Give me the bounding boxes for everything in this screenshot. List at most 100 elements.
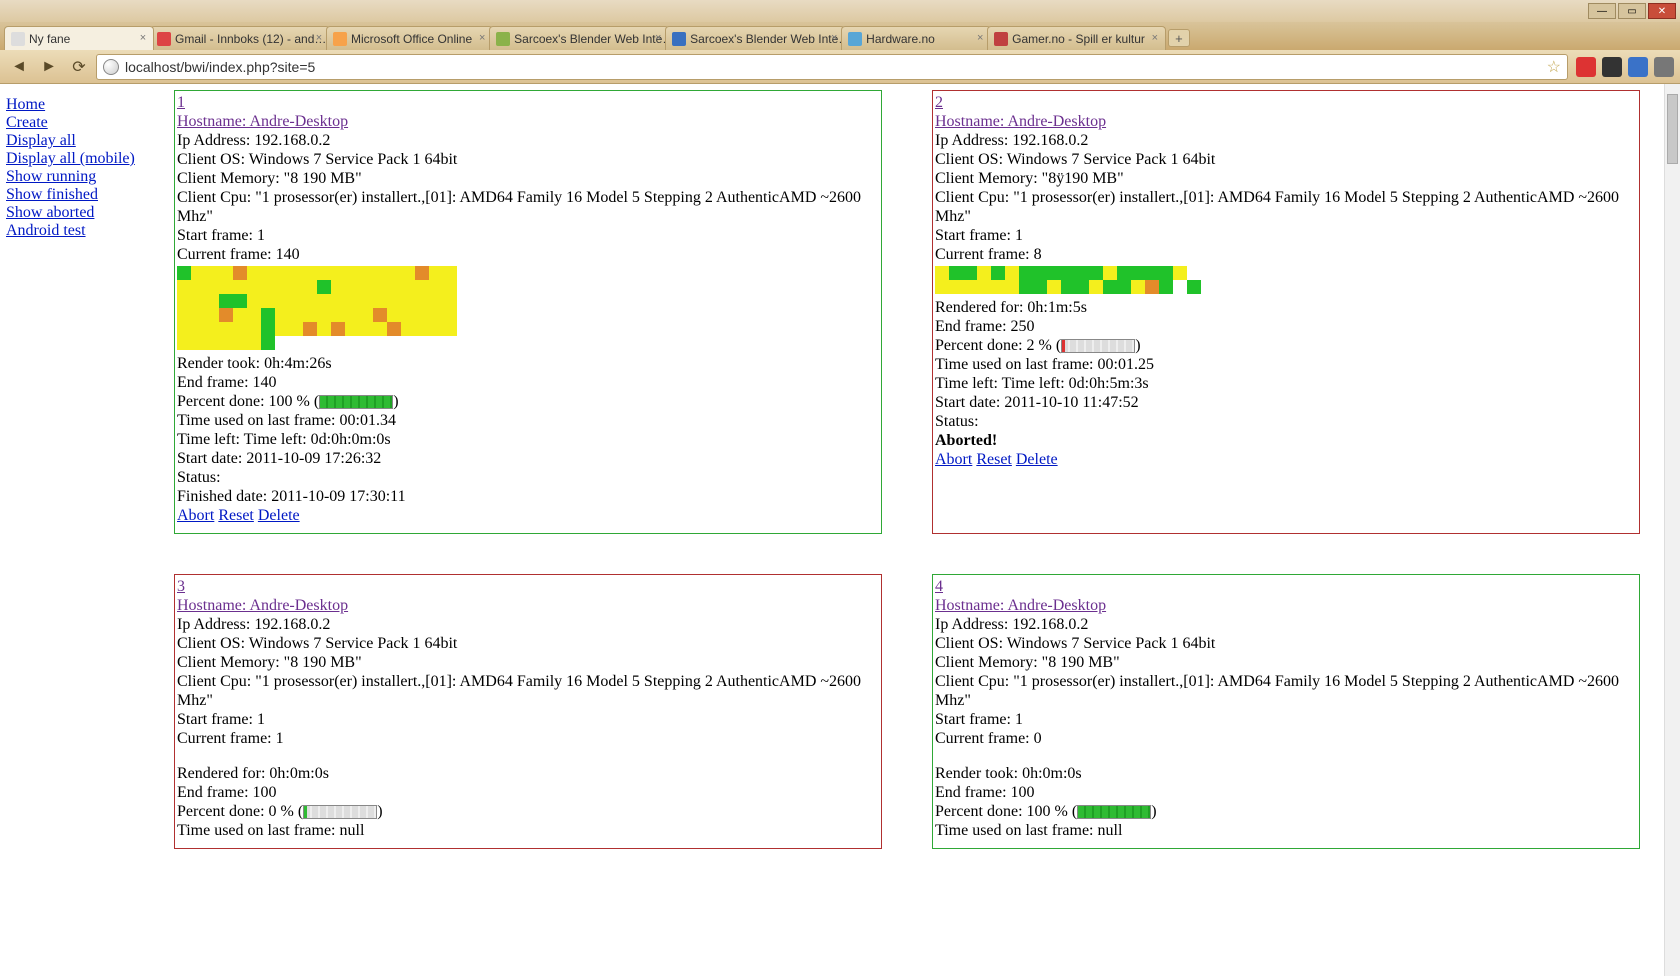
job-hostname-link[interactable]: Hostname: Andre-Desktop [935, 113, 1106, 130]
frame-cell [1159, 280, 1173, 294]
frame-cell [373, 294, 387, 308]
frame-cell [177, 336, 191, 350]
job-action-link[interactable]: Delete [258, 507, 300, 524]
job-percent: Percent done: 100 % () [935, 802, 1637, 821]
close-tab-icon[interactable]: × [828, 32, 840, 44]
nav-link[interactable]: Home [6, 96, 45, 113]
frame-cell [1117, 280, 1131, 294]
new-tab-button[interactable]: + [1168, 29, 1190, 47]
frame-cell [1173, 266, 1187, 280]
browser-tab[interactable]: Gmail - Innboks (12) - and…× [150, 26, 330, 50]
job-action-link[interactable]: Reset [976, 451, 1012, 468]
url-input[interactable]: localhost/bwi/index.php?site=5 ☆ [96, 54, 1568, 80]
frame-cell [317, 294, 331, 308]
job-last-frame-time: Time used on last frame: 00:01.34 [177, 411, 879, 430]
vertical-scrollbar[interactable] [1664, 84, 1680, 976]
frame-cell [219, 266, 233, 280]
job-start-date: Start date: 2011-10-10 11:47:52 [935, 393, 1637, 412]
frame-cell [387, 308, 401, 322]
frame-cell [331, 336, 345, 350]
frame-cell [359, 266, 373, 280]
close-tab-icon[interactable]: × [476, 32, 488, 44]
job-os: Client OS: Windows 7 Service Pack 1 64bi… [935, 634, 1637, 653]
job-action-link[interactable]: Reset [218, 507, 254, 524]
frame-cell [429, 294, 443, 308]
favicon-icon [157, 32, 171, 46]
close-tab-icon[interactable]: × [313, 32, 325, 44]
nav-link[interactable]: Display all (mobile) [6, 150, 135, 167]
browser-tab[interactable]: Microsoft Office Online× [326, 26, 493, 50]
frame-cell [1061, 266, 1075, 280]
side-nav: HomeCreateDisplay allDisplay all (mobile… [6, 90, 166, 849]
frame-cell [303, 336, 317, 350]
frame-cell [1145, 280, 1159, 294]
job-percent: Percent done: 0 % () [177, 802, 879, 821]
frame-cell [191, 308, 205, 322]
frame-cell [1005, 266, 1019, 280]
browser-tab[interactable]: Sarcoex's Blender Web Inte…× [489, 26, 669, 50]
close-tab-icon[interactable]: × [652, 32, 664, 44]
close-tab-icon[interactable]: × [1149, 32, 1161, 44]
job-card: 4Hostname: Andre-DesktopIp Address: 192.… [932, 574, 1640, 849]
frame-cell [261, 308, 275, 322]
job-card: 3Hostname: Andre-DesktopIp Address: 192.… [174, 574, 882, 849]
browser-tab[interactable]: Hardware.no× [841, 26, 991, 50]
back-button[interactable]: ◄ [6, 54, 32, 80]
job-id-link[interactable]: 3 [177, 578, 185, 595]
nav-link[interactable]: Android test [6, 222, 86, 239]
job-action-link[interactable]: Abort [177, 507, 214, 524]
job-percent-close: ) [1135, 337, 1140, 354]
job-start-frame: Start frame: 1 [935, 710, 1637, 729]
frame-cell [289, 308, 303, 322]
nav-link[interactable]: Create [6, 114, 48, 131]
extension-icon[interactable] [1628, 57, 1648, 77]
nav-link[interactable]: Show aborted [6, 204, 94, 221]
job-id-link[interactable]: 2 [935, 94, 943, 111]
browser-tab[interactable]: Gamer.no - Spill er kultur× [987, 26, 1166, 50]
close-tab-icon[interactable]: × [974, 32, 986, 44]
frame-cell [991, 280, 1005, 294]
browser-tab[interactable]: Ny fane× [4, 26, 154, 50]
job-hostname-link[interactable]: Hostname: Andre-Desktop [935, 597, 1106, 614]
frame-cell [401, 308, 415, 322]
bookmark-star-icon[interactable]: ☆ [1547, 57, 1561, 77]
frame-cell [949, 266, 963, 280]
frame-cell [233, 280, 247, 294]
wrench-menu-icon[interactable] [1654, 57, 1674, 77]
job-percent-label: Percent done: 100 % ( [935, 803, 1077, 820]
job-id-link[interactable]: 1 [177, 94, 185, 111]
job-hostname-link[interactable]: Hostname: Andre-Desktop [177, 597, 348, 614]
nav-link[interactable]: Show finished [6, 186, 98, 203]
frame-cell [401, 266, 415, 280]
job-action-link[interactable]: Abort [935, 451, 972, 468]
window-minimize-button[interactable]: — [1588, 3, 1616, 19]
window-close-button[interactable]: ✕ [1648, 3, 1676, 19]
job-hostname-link[interactable]: Hostname: Andre-Desktop [177, 113, 348, 130]
jobs-grid: 1Hostname: Andre-DesktopIp Address: 192.… [174, 90, 1660, 849]
frame-cell [317, 336, 331, 350]
scrollbar-thumb[interactable] [1667, 94, 1678, 164]
job-end-frame: End frame: 140 [177, 373, 879, 392]
browser-tab[interactable]: Sarcoex's Blender Web Inte…× [665, 26, 845, 50]
forward-button[interactable]: ► [36, 54, 62, 80]
frame-cell [191, 294, 205, 308]
progress-fill [320, 396, 392, 408]
frame-cell [303, 294, 317, 308]
job-percent-label: Percent done: 100 % ( [177, 393, 319, 410]
extension-icon[interactable] [1576, 57, 1596, 77]
frame-cell [345, 266, 359, 280]
frame-cell [443, 266, 457, 280]
frame-cell [1103, 280, 1117, 294]
nav-link[interactable]: Display all [6, 132, 76, 149]
reload-button[interactable]: ⟳ [66, 54, 92, 80]
job-action-link[interactable]: Delete [1016, 451, 1058, 468]
extension-icon[interactable] [1602, 57, 1622, 77]
close-tab-icon[interactable]: × [137, 32, 149, 44]
job-render-time: Rendered for: 0h:1m:5s [935, 298, 1637, 317]
tab-strip: Ny fane×Gmail - Innboks (12) - and…×Micr… [0, 22, 1680, 50]
frame-cell [177, 294, 191, 308]
window-maximize-button[interactable]: ▭ [1618, 3, 1646, 19]
job-id-link[interactable]: 4 [935, 578, 943, 595]
frame-cell [205, 266, 219, 280]
nav-link[interactable]: Show running [6, 168, 96, 185]
